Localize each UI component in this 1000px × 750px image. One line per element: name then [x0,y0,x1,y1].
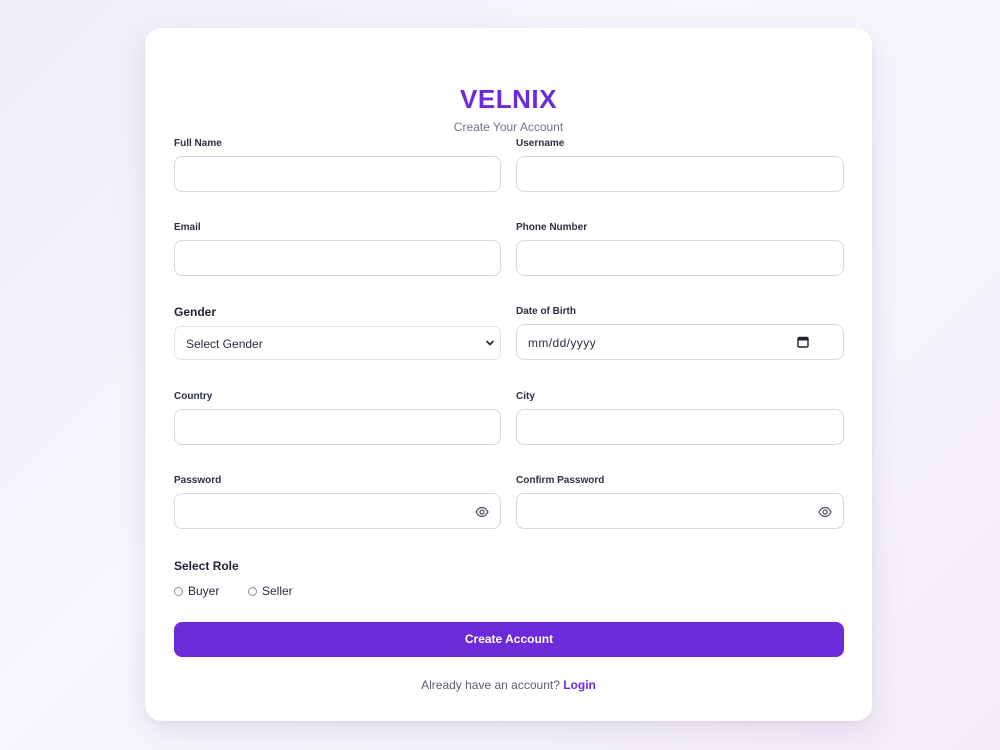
dob-placeholder: mm/dd/yyyy [528,336,597,350]
email-label: Email [174,222,201,233]
radio-icon[interactable] [174,587,183,596]
email-input[interactable] [174,240,501,276]
login-link[interactable]: Login [563,678,596,692]
phone-input[interactable] [516,240,844,276]
calendar-icon[interactable] [797,336,809,348]
dob-label: Date of Birth [516,306,576,317]
username-label: Username [516,138,565,149]
city-input[interactable] [516,409,844,445]
role-option-label: Buyer [188,584,220,598]
phone-label: Phone Number [516,222,588,233]
role-option-label: Seller [262,584,293,598]
country-label: Country [174,391,213,402]
radio-icon[interactable] [248,587,257,596]
gender-selected-value: Select Gender [186,337,263,351]
brand-logo: VELNIX [460,84,557,114]
city-label: City [516,391,535,402]
dob-input[interactable]: mm/dd/yyyy [516,324,844,360]
page-subtitle: Create Your Account [453,120,564,134]
full-name-input[interactable] [174,156,501,192]
gender-select[interactable]: Select Gender [174,326,501,360]
password-input[interactable] [174,493,501,529]
login-prompt-text: Already have an account? [421,678,560,692]
confirm-password-input[interactable] [516,493,844,529]
signup-card: VELNIX Create Your Account [145,28,872,721]
confirm-password-label: Confirm Password [516,475,605,486]
country-input[interactable] [174,409,501,445]
chevron-down-icon [486,340,494,346]
eye-icon[interactable] [818,506,832,518]
password-label: Password [174,475,222,486]
username-input[interactable] [516,156,844,192]
create-account-button[interactable]: Create Account [174,622,844,657]
login-prompt: Already have an account? Login [145,678,872,693]
gender-label: Gender [174,305,217,319]
role-label: Select Role [174,559,239,573]
full-name-label: Full Name [174,138,222,149]
eye-icon[interactable] [475,506,489,518]
